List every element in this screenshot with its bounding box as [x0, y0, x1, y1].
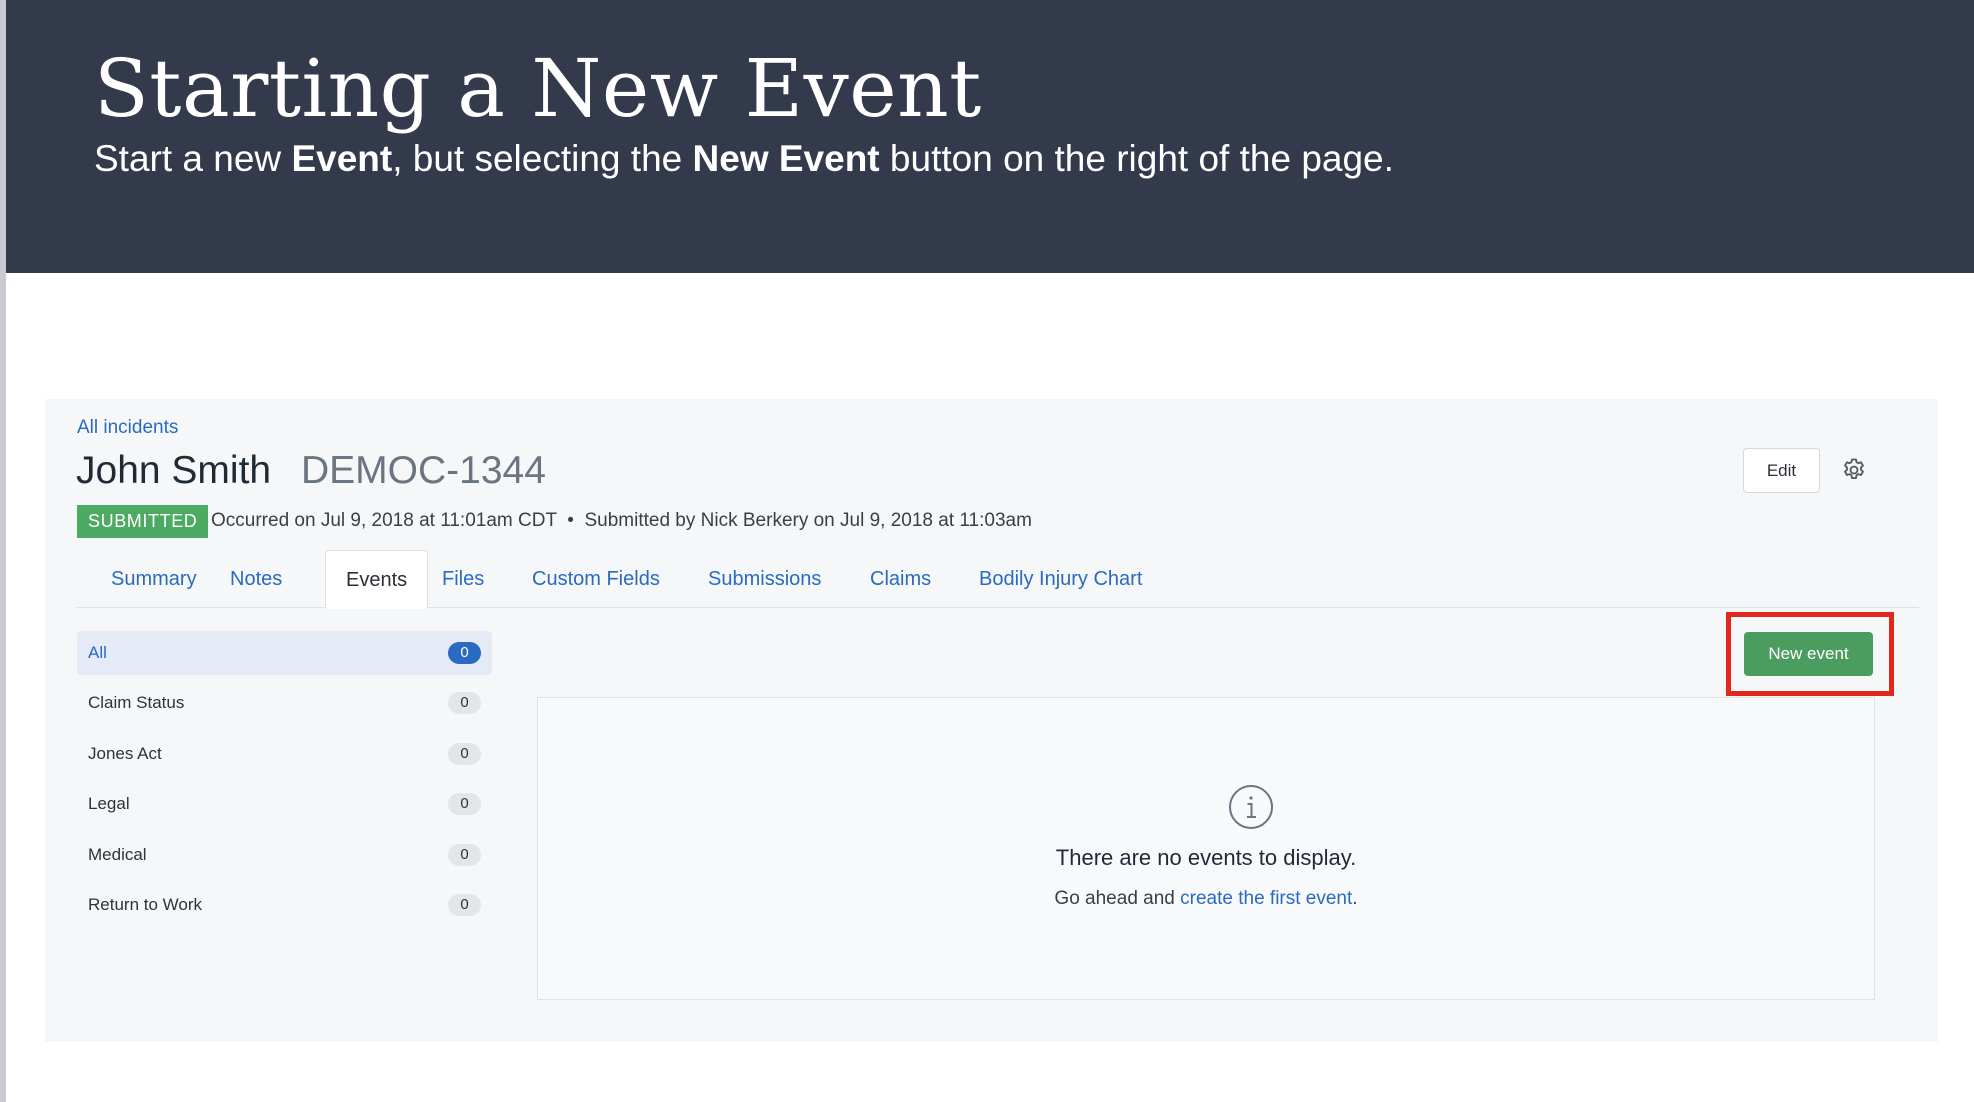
subtitle-text-2: , but selecting the	[392, 138, 693, 179]
info-icon	[1229, 785, 1273, 829]
category-label: Return to Work	[88, 895, 203, 914]
empty-state-suffix: .	[1352, 888, 1358, 909]
count-badge: 0	[448, 692, 481, 714]
category-label: Medical	[88, 845, 147, 864]
slide-title: Starting a New Event	[94, 42, 982, 135]
new-event-button[interactable]: New event	[1744, 632, 1873, 676]
empty-state-body: Go ahead and create the first event.	[538, 888, 1874, 910]
count-badge: 0	[448, 642, 481, 664]
category-item-medical[interactable]: Medical 0	[77, 833, 492, 877]
page-title-person-name: John Smith	[76, 449, 272, 492]
tab-bodily-injury-chart[interactable]: Bodily Injury Chart	[979, 550, 1142, 608]
incident-screenshot-panel: All incidents John Smith DEMOC-1344 SUBM…	[45, 399, 1938, 1042]
slide-subtitle: Start a new Event, but selecting the New…	[94, 138, 1394, 180]
tab-custom-fields[interactable]: Custom Fields	[532, 550, 660, 608]
breadcrumb-all-incidents[interactable]: All incidents	[77, 417, 178, 439]
subtitle-emphasis-new-event: New Event	[692, 138, 880, 179]
tab-files[interactable]: Files	[442, 550, 484, 608]
subtitle-text-3: button on the right of the page.	[879, 138, 1394, 179]
category-label: All	[88, 643, 107, 662]
empty-state-title: There are no events to display.	[1055, 845, 1357, 870]
submitted-text: Submitted by Nick Berkery on Jul 9, 2018…	[584, 510, 1032, 531]
category-item-claim-status[interactable]: Claim Status 0	[77, 681, 492, 725]
category-item-legal[interactable]: Legal 0	[77, 782, 492, 826]
count-badge: 0	[448, 793, 481, 815]
category-item-return-to-work[interactable]: Return to Work 0	[77, 883, 492, 927]
gear-icon[interactable]	[1840, 456, 1868, 484]
subtitle-text-1: Start a new	[94, 138, 292, 179]
incident-id: DEMOC-1344	[301, 449, 546, 492]
tab-summary[interactable]: Summary	[111, 550, 197, 608]
count-badge: 0	[448, 844, 481, 866]
occurred-text: Occurred on Jul 9, 2018 at 11:01am CDT	[211, 510, 557, 531]
events-empty-state: There are no events to display. Go ahead…	[537, 697, 1875, 1000]
count-badge: 0	[448, 894, 481, 916]
incident-tabs: Summary Notes Events Files Custom Fields…	[77, 550, 1919, 609]
slide-banner: Starting a New Event Start a new Event, …	[6, 0, 1974, 273]
empty-state-prefix: Go ahead and	[1054, 888, 1181, 909]
tab-events[interactable]: Events	[325, 550, 429, 609]
meta-separator: •	[567, 510, 574, 531]
category-label: Jones Act	[88, 744, 162, 763]
edit-button[interactable]: Edit	[1743, 448, 1820, 493]
status-badge: SUBMITTED	[77, 505, 209, 538]
incident-meta: Occurred on Jul 9, 2018 at 11:01am CDT •…	[211, 510, 1032, 532]
category-item-all[interactable]: All 0	[77, 631, 492, 675]
category-label: Claim Status	[88, 693, 185, 712]
create-first-event-link[interactable]: create the first event	[1180, 888, 1352, 909]
tab-notes[interactable]: Notes	[230, 550, 282, 608]
category-label: Legal	[88, 794, 130, 813]
category-item-jones-act[interactable]: Jones Act 0	[77, 732, 492, 776]
subtitle-emphasis-event: Event	[291, 138, 393, 179]
tab-claims[interactable]: Claims	[870, 550, 931, 608]
tab-submissions[interactable]: Submissions	[708, 550, 821, 608]
count-badge: 0	[448, 743, 481, 765]
